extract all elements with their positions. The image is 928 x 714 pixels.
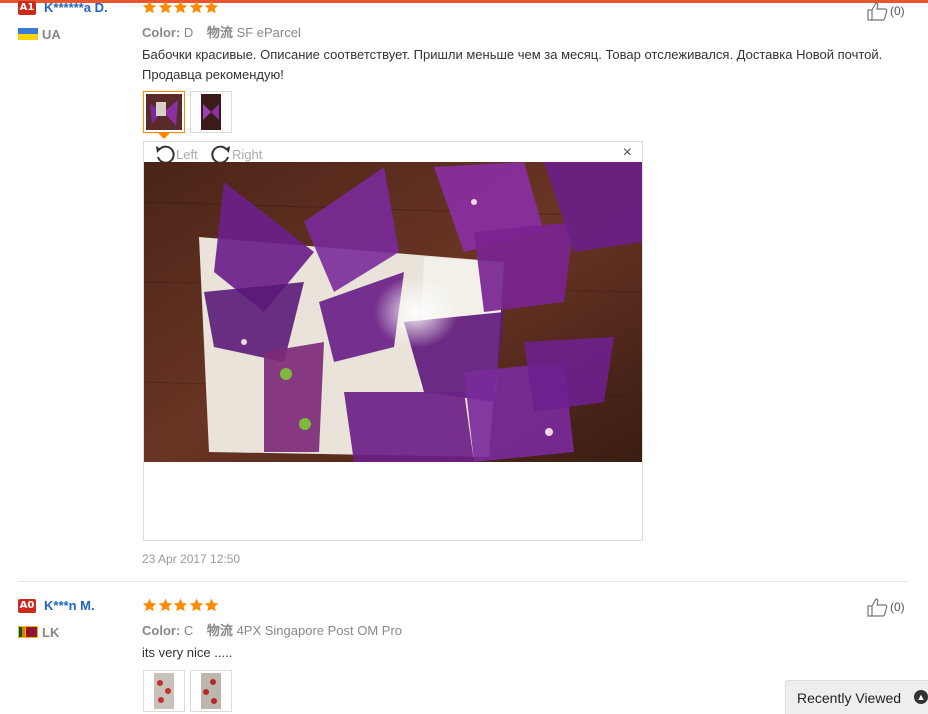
reviewer-country: UA <box>42 27 61 42</box>
reviewer-name[interactable]: K***n M. <box>44 598 95 613</box>
star-icon <box>189 598 203 612</box>
color-value: D <box>183 25 194 40</box>
shipping-value: SF eParcel <box>236 25 301 40</box>
shipping-label: 物流 <box>206 623 233 638</box>
buyer-level-badge: A1 <box>18 1 36 15</box>
thumbs-up-icon <box>867 598 888 617</box>
review-photo-thumbnail[interactable] <box>190 91 232 133</box>
rotate-right-label: Right <box>232 146 263 162</box>
recently-viewed-tab[interactable]: Recently Viewed ▲ <box>785 680 928 714</box>
star-icon <box>204 0 219 14</box>
recently-viewed-label: Recently Viewed <box>797 689 902 706</box>
top-accent-rule <box>0 0 928 3</box>
rotate-right-button[interactable]: Right <box>210 144 262 164</box>
helpful-button[interactable]: (0) <box>866 1 905 21</box>
flag-ua-icon <box>18 28 38 40</box>
butterfly-photo-thumb <box>193 94 229 130</box>
helpful-count: (0) <box>890 600 905 614</box>
chevron-up-icon: ▲ <box>914 690 928 704</box>
star-icon <box>173 598 188 612</box>
butterfly-photo-thumb <box>146 94 182 130</box>
rotate-left-label: Left <box>176 146 198 162</box>
order-info: Color: D 物流 SF eParcel <box>142 22 301 41</box>
review-photo-thumbnail[interactable] <box>190 670 232 712</box>
shipping-value: 4PX Singapore Post OM Pro <box>236 623 403 638</box>
review-text: its very nice ..... <box>142 645 233 660</box>
review-date: 23 Apr 2017 12:50 <box>142 552 241 566</box>
star-rating <box>142 598 220 614</box>
star-icon <box>158 0 172 14</box>
thumbs-up-icon <box>867 2 888 21</box>
order-info: Color: C 物流 4PX Singapore Post OM Pro <box>142 620 402 639</box>
rotate-left-icon <box>156 145 175 164</box>
star-icon <box>142 0 157 14</box>
reviewer-country: LK <box>42 625 60 640</box>
review-text: Бабочки красивые. Описание соответствует… <box>142 47 883 82</box>
reviewer-name[interactable]: K******a D. <box>44 0 108 15</box>
rotate-right-icon <box>211 145 230 164</box>
star-rating <box>142 0 220 16</box>
star-icon <box>142 598 157 612</box>
review-divider <box>18 581 908 582</box>
color-value: C <box>183 623 194 638</box>
star-icon <box>189 0 203 14</box>
review-photo-thumbnail[interactable] <box>143 91 185 133</box>
color-label: Color: <box>142 25 181 40</box>
color-label: Color: <box>142 623 181 638</box>
butterfly-photo-thumb <box>193 673 229 709</box>
buyer-level-badge: A0 <box>18 599 36 613</box>
rotate-left-button[interactable]: Left <box>154 144 198 164</box>
star-icon <box>204 598 219 612</box>
star-icon <box>173 0 188 14</box>
flag-lk-icon <box>18 626 38 638</box>
active-thumb-pointer <box>158 133 170 139</box>
helpful-count: (0) <box>890 4 905 18</box>
star-icon <box>158 598 172 612</box>
review-photo-thumbnail[interactable] <box>143 670 185 712</box>
close-viewer-button[interactable]: × <box>623 144 632 162</box>
review-photo[interactable] <box>144 162 642 462</box>
photo-viewer: Left Right × <box>143 141 643 541</box>
shipping-label: 物流 <box>206 25 233 40</box>
helpful-button[interactable]: (0) <box>866 597 905 617</box>
butterfly-photo-thumb <box>146 673 182 709</box>
